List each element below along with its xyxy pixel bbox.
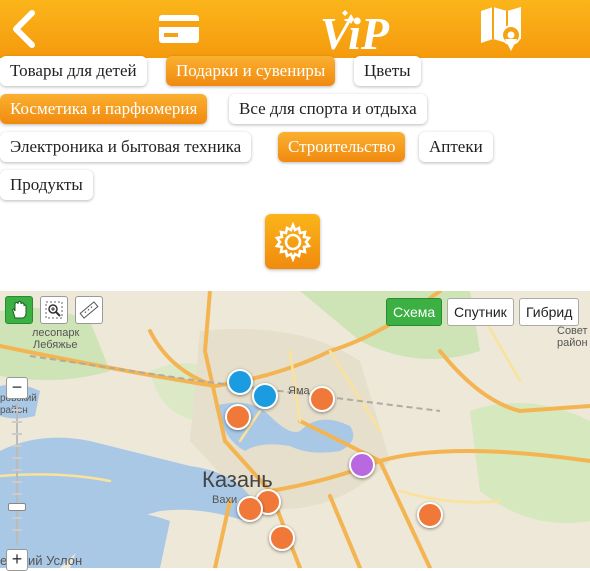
map-label: Совет — [557, 325, 588, 337]
map-label: Вахи — [212, 494, 238, 506]
logo-text: ViP — [320, 8, 390, 55]
map-type-satellite[interactable]: Спутник — [447, 298, 514, 326]
ruler-tool-button[interactable] — [75, 296, 103, 324]
ruler-icon — [79, 301, 99, 319]
vip-logo[interactable]: ViP — [316, 0, 402, 58]
map-marker-orange[interactable] — [225, 404, 251, 430]
category-chip[interactable]: Электроника и бытовая техника — [0, 132, 252, 162]
category-chip[interactable]: Продукты — [0, 170, 93, 200]
gear-icon — [274, 221, 311, 262]
zoom-control: − + — [6, 377, 28, 571]
map-button[interactable] — [478, 0, 526, 58]
settings-button[interactable] — [265, 214, 320, 269]
map-label: Яма — [288, 385, 310, 397]
map-marker-orange[interactable] — [237, 496, 263, 522]
hand-drag-icon — [12, 300, 27, 319]
zoom-slider-thumb[interactable] — [8, 503, 26, 511]
map-pin-icon — [481, 7, 521, 51]
category-chip[interactable]: Товары для детей — [0, 56, 147, 86]
map-marker-blue[interactable] — [252, 383, 278, 409]
zoom-area-icon — [45, 301, 63, 319]
drag-tool-button[interactable] — [5, 296, 33, 324]
back-button[interactable] — [0, 0, 46, 58]
map-type-scheme[interactable]: Схема — [386, 298, 443, 326]
map-marker-orange[interactable] — [309, 386, 335, 412]
category-chip[interactable]: Аптеки — [419, 132, 493, 162]
map-base — [0, 291, 590, 568]
chevron-left-icon — [13, 10, 35, 48]
top-bar: ViP — [0, 0, 590, 58]
map-marker-orange[interactable] — [417, 502, 443, 528]
category-chip[interactable]: Строительство — [278, 132, 406, 162]
zoom-area-tool-button[interactable] — [40, 296, 68, 324]
map-label: район — [557, 337, 588, 349]
category-chip[interactable]: Косметика и парфюмерия — [0, 94, 208, 124]
map-marker-orange[interactable] — [269, 525, 295, 551]
category-chip[interactable]: Все для спорта и отдыха — [229, 94, 427, 124]
map-label: лесопарк — [32, 327, 80, 339]
category-chip[interactable]: Подарки и сувениры — [166, 56, 336, 86]
zoom-slider[interactable] — [6, 399, 28, 549]
zoom-out-button[interactable]: − — [6, 377, 28, 399]
map-label: Лебяжье — [33, 339, 78, 351]
map-marker-blue[interactable] — [227, 369, 253, 395]
map-marker-purple[interactable] — [349, 452, 375, 478]
map-type-hybrid[interactable]: Гибрид — [519, 298, 580, 326]
credit-card-icon — [159, 15, 199, 43]
map-view[interactable]: лесопарк Лебяжье Совет район Яма ровский… — [0, 291, 590, 568]
vip-logo-icon: ViP — [320, 8, 390, 55]
category-chip[interactable]: Цветы — [354, 56, 421, 86]
card-button[interactable] — [156, 0, 202, 58]
